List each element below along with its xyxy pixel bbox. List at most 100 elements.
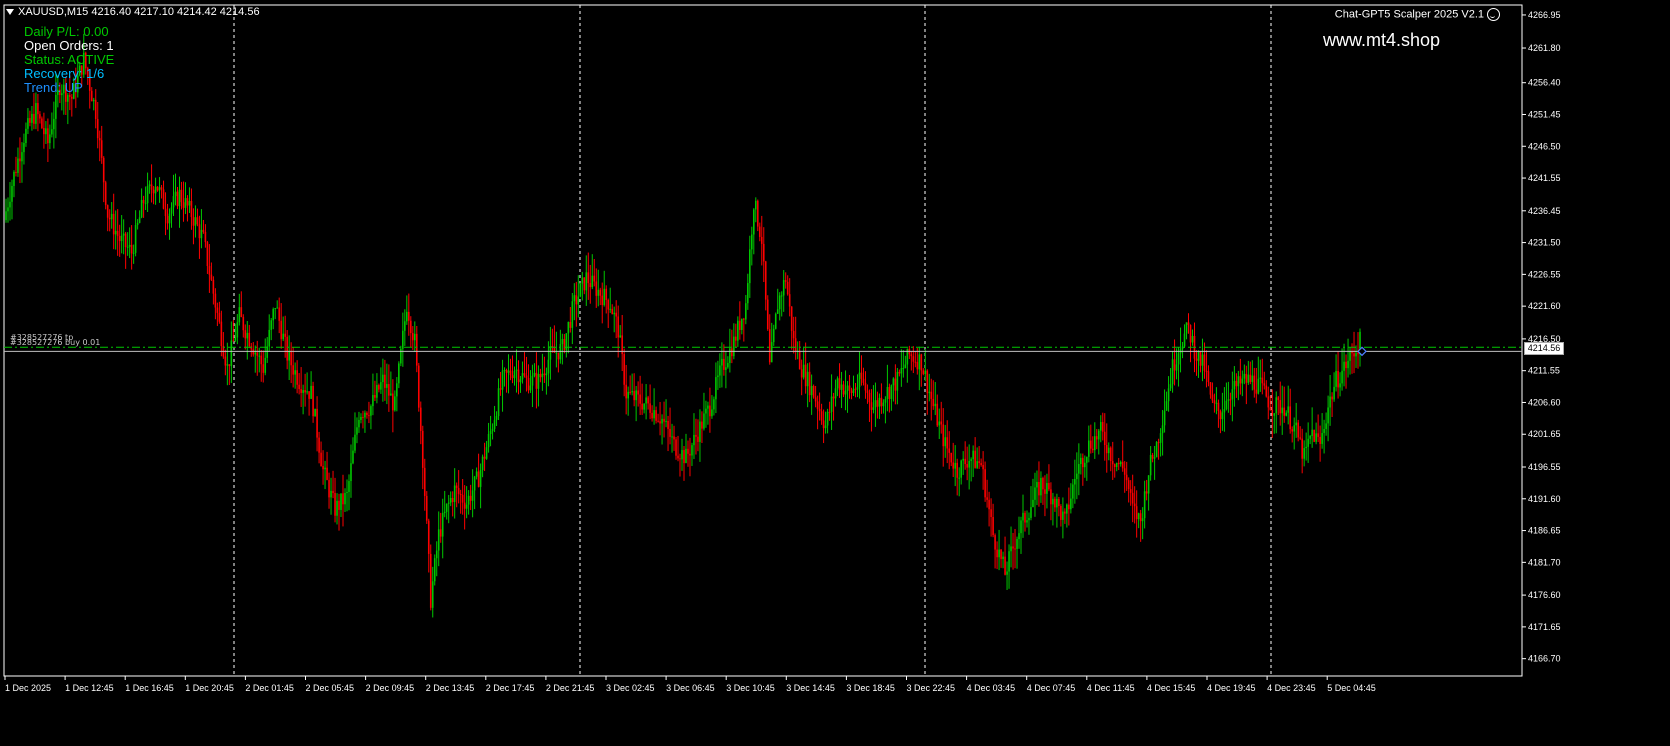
candle-body [1243,373,1246,379]
candle-body [1247,374,1250,383]
y-tick-label: 4221.60 [1528,301,1561,311]
candle-body [561,339,564,345]
candle-body [974,450,976,468]
candle-body [336,500,338,516]
candle-body [503,369,506,371]
candle-body [164,208,167,216]
candle-body [531,375,534,386]
candle-body [1064,511,1066,514]
candle-body [1281,407,1284,414]
candle-body [218,312,221,322]
candle-body [854,388,857,390]
candle-body [683,450,685,464]
chart-canvas[interactable]: 4266.95 4261.80 4256.40 4251.45 4246.50 4241.… [0,0,1670,746]
candle-body [1048,483,1050,490]
candle-body [687,448,689,454]
candle-body [525,375,528,378]
candle-body [316,408,318,438]
candle-body [1339,383,1341,388]
candle-body [360,416,362,420]
candle-body [1000,549,1002,560]
price-chart[interactable]: 4266.95 4261.80 4256.40 4251.45 4246.50 4241.… [0,0,1670,746]
candle-body [856,387,859,390]
candle-body [1091,448,1094,451]
smiley-icon[interactable] [1487,8,1500,21]
candle-body [1311,429,1313,436]
candle-body [681,450,683,460]
candle-body [976,461,978,468]
candle-body [1058,498,1060,506]
candle-body [1259,377,1262,379]
candle-body [888,387,891,399]
y-tick-label: 4231.50 [1528,238,1561,248]
candle-body [110,213,113,220]
candle-body [569,322,572,328]
y-tick-label: 4211.55 [1528,366,1560,376]
candle-body [717,375,719,378]
candle-body [376,385,378,398]
collapse-triangle-icon[interactable] [6,9,14,16]
candle-body [587,272,590,284]
candle-body [1004,556,1006,575]
candle-body [992,517,994,536]
candle-body [350,463,352,482]
candle-body [408,311,410,321]
candle-body [475,471,478,477]
candle-body [768,329,771,363]
candle-body [184,198,187,208]
candle-body [786,281,789,295]
candle-body [956,462,958,478]
candle-body [1016,539,1018,549]
candle-body [1095,436,1098,440]
candle-body [846,385,849,391]
candle-body [918,354,921,370]
candle-body [1044,489,1046,494]
candle-body [1175,364,1178,371]
candle-body [362,416,364,418]
candle-body [858,372,861,388]
candle-body [788,294,791,307]
candle-body [224,356,227,366]
candle-body [274,308,277,310]
candle-body [960,460,962,478]
candle-body [370,406,372,416]
candle-body [934,403,937,407]
candle-body [1257,378,1260,394]
candle-body [1331,396,1333,400]
candle-body [404,321,406,331]
candle-body [322,466,324,470]
candle-body [156,186,159,191]
candle-body [713,399,715,410]
candle-body [1131,492,1134,504]
candle-body [966,464,968,468]
candle-body [449,497,452,503]
candle-body [1277,397,1280,401]
candle-body [1151,454,1154,459]
candle-body [667,420,669,429]
candle-body [168,213,171,224]
candle-body [1283,407,1286,416]
candle-body [1115,462,1118,467]
candle-body [144,203,147,205]
candle-body [1225,400,1228,410]
candle-body [1159,433,1162,443]
candle-body [402,330,404,349]
candle-body [1141,518,1144,522]
candle-body [647,397,649,404]
candle-body [611,308,614,315]
candle-body [69,95,71,97]
candle-body [978,461,980,464]
candle-body [1103,431,1106,445]
x-tick-label: 2 Dec 17:45 [486,683,535,693]
candle-body [1327,407,1329,424]
candle-body [641,403,643,410]
candle-body [1223,409,1226,413]
candle-body [320,452,322,467]
candle-body [489,431,492,435]
candle-body [824,425,827,429]
candle-body [453,485,456,502]
candle-body [236,322,239,338]
candle-body [685,448,687,464]
candle-body [998,549,1000,558]
y-tick-label: 4206.60 [1528,397,1561,407]
